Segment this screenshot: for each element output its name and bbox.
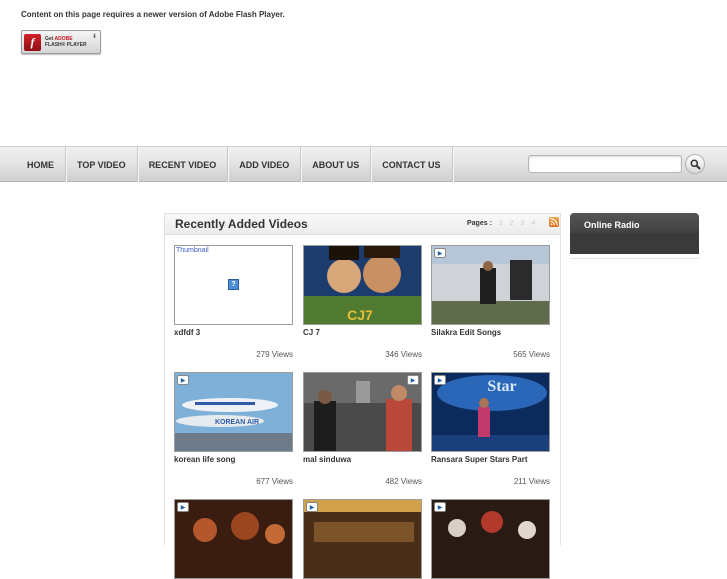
radio-header-band xyxy=(570,233,699,254)
flash-badge-player: FLASH® PLAYER xyxy=(45,42,87,48)
video-thumbnail[interactable]: Thumbnail ? xyxy=(174,245,293,325)
video-views: 279 Views xyxy=(256,350,293,359)
broken-image-icon: ? xyxy=(228,279,239,290)
video-thumbnail[interactable]: KOREAN AIR ▶ xyxy=(174,372,293,452)
video-card[interactable]: Thumbnail ? xdfdf 3 279 Views xyxy=(174,245,293,359)
nav-list: HOME TOP VIDEO RECENT VIDEO ADD VIDEO AB… xyxy=(16,147,453,182)
flash-notice: Content on this page requires a newer ve… xyxy=(21,10,285,19)
media-badge-icon: ▶ xyxy=(434,248,446,258)
video-thumbnail[interactable]: CJ7 xyxy=(303,245,422,325)
online-radio-title: Online Radio xyxy=(584,220,640,230)
video-card[interactable]: ▶ xyxy=(174,499,293,579)
video-title[interactable]: mal sinduwa xyxy=(303,455,422,467)
search-input[interactable] xyxy=(528,155,682,173)
media-badge-icon: ▶ xyxy=(306,502,318,512)
video-title[interactable]: xdfdf 3 xyxy=(174,328,293,340)
page-link-1[interactable]: 1 xyxy=(499,220,503,227)
video-card[interactable]: ▶ xyxy=(303,499,422,579)
video-card[interactable]: ▶ Silakra Edit Songs 565 Views xyxy=(431,245,550,359)
media-badge-icon: ▶ xyxy=(434,375,446,385)
video-thumbnail[interactable]: ▶ xyxy=(303,499,422,579)
sidebar-divider xyxy=(570,258,699,259)
video-views: 565 Views xyxy=(513,350,550,359)
panel-header: Recently Added Videos Pages : 1 2 3 4 xyxy=(165,214,560,235)
panel-title: Recently Added Videos xyxy=(175,217,308,231)
video-title[interactable]: korean life song xyxy=(174,455,293,467)
main-navigation: HOME TOP VIDEO RECENT VIDEO ADD VIDEO AB… xyxy=(0,146,727,182)
thumbnail-image xyxy=(304,373,421,451)
pagination: Pages : 1 2 3 4 xyxy=(467,220,535,227)
thumbnail-image: CJ7 xyxy=(304,246,421,324)
video-views: 211 Views xyxy=(513,477,550,486)
media-badge-icon: ▶ xyxy=(434,502,446,512)
video-title[interactable]: CJ 7 xyxy=(303,328,422,340)
video-thumbnail[interactable]: Star ▶ xyxy=(431,372,550,452)
video-thumbnail[interactable]: ▶ xyxy=(431,245,550,325)
media-badge-icon: ▶ xyxy=(177,502,189,512)
sidebar: Online Radio xyxy=(570,213,699,259)
pages-label: Pages : xyxy=(467,220,492,227)
nav-item-recent-video[interactable]: RECENT VIDEO xyxy=(138,147,229,182)
page-link-4[interactable]: 4 xyxy=(531,220,535,227)
svg-text:KOREAN AIR: KOREAN AIR xyxy=(215,419,259,426)
nav-item-top-video[interactable]: TOP VIDEO xyxy=(66,147,138,182)
video-views: 677 Views xyxy=(256,477,293,486)
video-card[interactable]: ▶ mal sinduwa 482 Views xyxy=(303,372,422,486)
get-flash-player-button[interactable]: f Get ADOBE FLASH® PLAYER ⬇ xyxy=(21,30,101,54)
download-arrow-icon: ⬇ xyxy=(91,34,97,40)
video-card[interactable]: Star ▶ Ransara Super Stars Part 211 View… xyxy=(431,372,550,486)
video-views: 346 Views xyxy=(385,350,422,359)
nav-item-about-us[interactable]: ABOUT US xyxy=(301,147,372,182)
media-badge-icon: ▶ xyxy=(407,375,419,385)
video-card[interactable]: CJ7 CJ 7 346 Views xyxy=(303,245,422,359)
flash-badge-text: Get ADOBE FLASH® PLAYER xyxy=(45,36,87,48)
svg-text:Star: Star xyxy=(487,378,516,395)
rss-icon xyxy=(550,218,558,226)
video-thumbnail[interactable]: ▶ xyxy=(431,499,550,579)
search-icon xyxy=(690,159,701,170)
video-title[interactable]: Silakra Edit Songs xyxy=(431,328,550,340)
thumbnail-image: KOREAN AIR xyxy=(175,373,292,451)
thumbnail-image xyxy=(432,246,549,324)
recent-videos-panel: Recently Added Videos Pages : 1 2 3 4 Th… xyxy=(164,213,561,579)
page-link-3[interactable]: 3 xyxy=(521,220,525,227)
thumbnail-image xyxy=(304,500,421,578)
media-badge-icon: ▶ xyxy=(177,375,189,385)
rss-feed-button[interactable] xyxy=(549,217,559,227)
thumbnail-image: Star xyxy=(432,373,549,451)
video-views: 482 Views xyxy=(385,477,422,486)
svg-text:CJ7: CJ7 xyxy=(347,307,373,323)
video-card[interactable]: ▶ xyxy=(431,499,550,579)
search-button[interactable] xyxy=(685,154,705,174)
video-thumbnail[interactable]: ▶ xyxy=(303,372,422,452)
video-title[interactable]: Ransara Super Stars Part xyxy=(431,455,550,467)
flash-logo-icon: f xyxy=(24,33,41,51)
video-card[interactable]: KOREAN AIR ▶ korean life song 677 Views xyxy=(174,372,293,486)
online-radio-header: Online Radio xyxy=(570,213,699,254)
thumbnail-image xyxy=(432,500,549,578)
nav-item-home[interactable]: HOME xyxy=(16,147,66,182)
thumbnail-alt-text: Thumbnail xyxy=(176,247,209,254)
thumbnail-image xyxy=(175,500,292,578)
nav-item-add-video[interactable]: ADD VIDEO xyxy=(228,147,302,182)
video-thumbnail[interactable]: ▶ xyxy=(174,499,293,579)
page-link-2[interactable]: 2 xyxy=(510,220,514,227)
nav-item-contact-us[interactable]: CONTACT US xyxy=(371,147,453,182)
